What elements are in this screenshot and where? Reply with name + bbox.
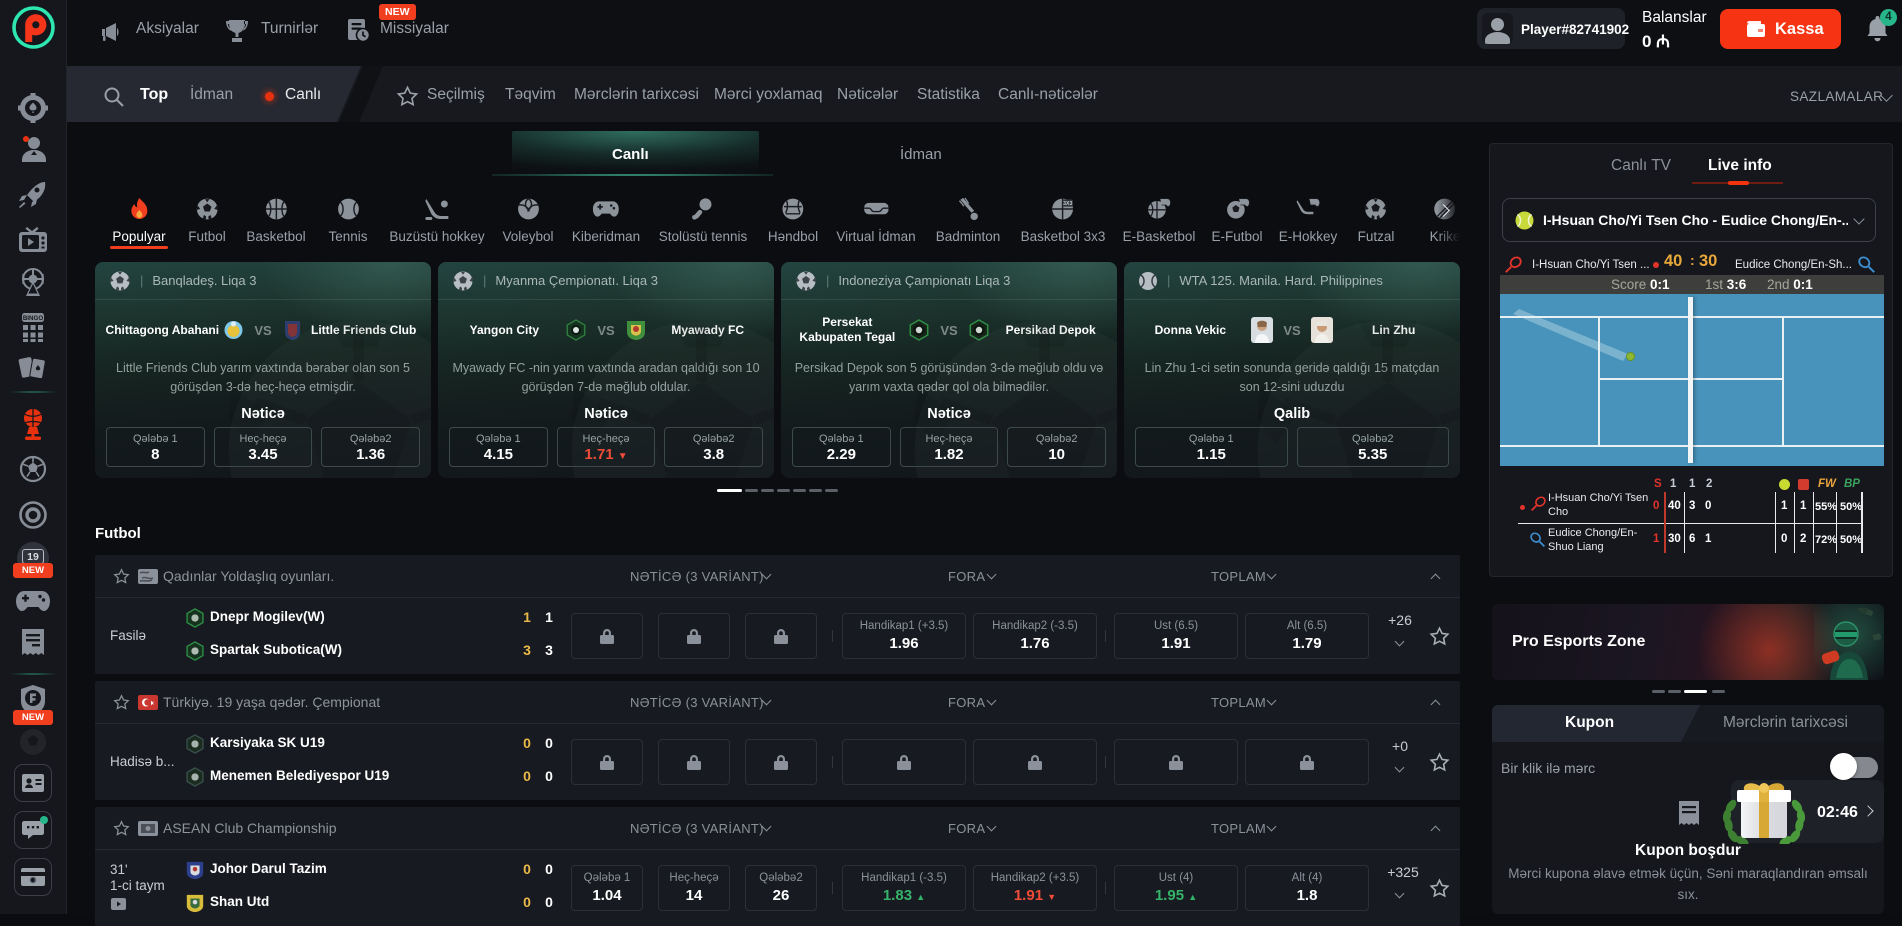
svg-text:3X3: 3X3 — [1064, 201, 1073, 207]
svg-text:BINGO: BINGO — [23, 315, 43, 322]
